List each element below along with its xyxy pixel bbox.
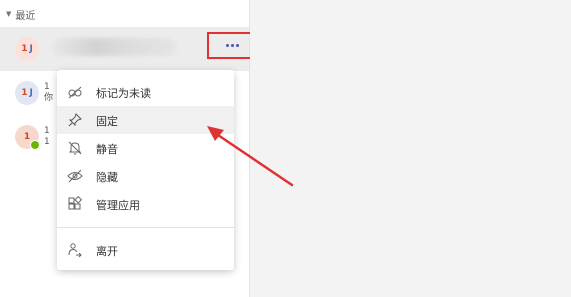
more-options-icon[interactable]	[225, 44, 239, 47]
chat-preview-fragment: 1	[44, 137, 50, 147]
menu-item-label: 管理应用	[96, 199, 140, 212]
recent-section-title: 最近	[15, 10, 36, 22]
chat-name-fragment: 1	[44, 82, 50, 92]
menu-item-label: 隐藏	[96, 171, 118, 184]
collapse-triangle-icon[interactable]: ▼	[6, 10, 11, 18]
avatar-initial: J	[29, 44, 33, 54]
avatar: 1	[15, 125, 40, 150]
avatar-initial: J	[29, 88, 33, 98]
menu-item-label: 标记为未读	[96, 87, 151, 100]
menu-item-mark-unread[interactable]: 标记为未读	[57, 78, 234, 106]
avatar: 1 J	[15, 81, 39, 105]
recent-section-header[interactable]: ▼ 最近	[6, 6, 35, 22]
presence-available-icon	[30, 140, 40, 150]
menu-item-label: 固定	[96, 115, 118, 128]
avatar: 1 J	[15, 37, 39, 61]
eye-off-icon	[67, 169, 83, 183]
leave-icon	[68, 243, 82, 258]
avatar-initial: 1	[21, 88, 28, 98]
chat-context-menu: 标记为未读 固定 静音 隐藏 管理应用 离开	[57, 70, 234, 270]
menu-item-manage-apps[interactable]: 管理应用	[57, 190, 234, 218]
menu-item-hide[interactable]: 隐藏	[57, 162, 234, 190]
menu-item-pin[interactable]: 固定	[57, 106, 234, 134]
apps-icon	[68, 196, 83, 210]
pin-icon	[68, 113, 82, 127]
menu-item-mute[interactable]: 静音	[57, 134, 234, 162]
chat-name-fragment: 1	[44, 126, 50, 136]
menu-divider	[57, 227, 234, 228]
chat-preview-fragment: 你	[44, 93, 54, 103]
menu-item-label: 静音	[96, 143, 118, 156]
avatar-initial: 1	[23, 132, 31, 142]
menu-item-leave[interactable]: 离开	[57, 236, 234, 264]
eye-mark-unread-icon	[68, 86, 82, 99]
bell-off-icon	[68, 141, 82, 155]
menu-item-label: 离开	[96, 245, 118, 258]
blurred-chat-name	[52, 38, 177, 56]
avatar-initial: 1	[21, 44, 28, 54]
content-pane	[250, 0, 571, 297]
